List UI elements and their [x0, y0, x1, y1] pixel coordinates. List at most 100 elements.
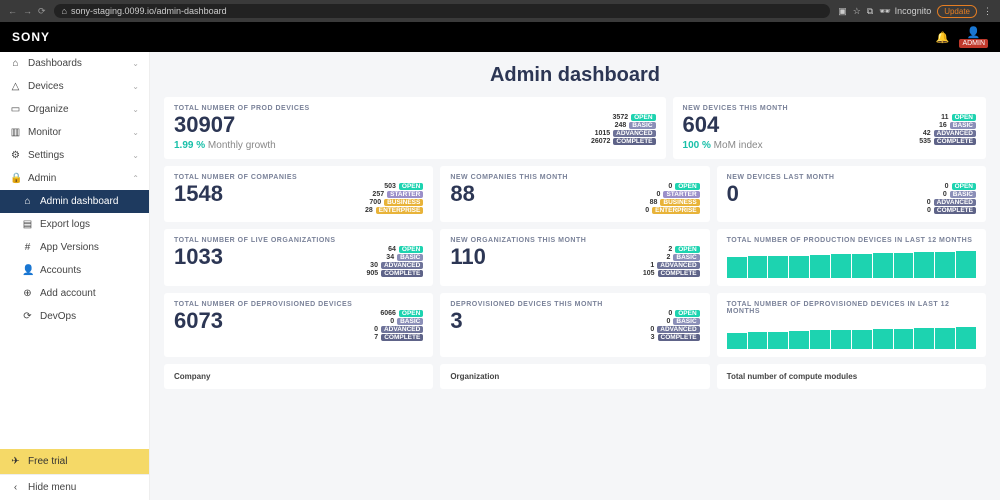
sidebar-sub-add-account[interactable]: ⊕Add account [0, 282, 149, 305]
bar-chart [727, 319, 976, 349]
card-deprov: TOTAL NUMBER OF DEPROVISIONED DEVICES607… [164, 293, 433, 357]
hide-menu-button[interactable]: ‹ Hide menu [0, 474, 149, 500]
tag-advanced: ADVANCED [934, 199, 976, 206]
tag-row: 28ENTERPRISE [349, 207, 424, 214]
menu-icon[interactable]: ⋮ [983, 6, 992, 17]
tag-open: OPEN [675, 310, 699, 317]
sidebar-sub-admin-dashboard[interactable]: ⌂Admin dashboard [0, 190, 149, 213]
user-icon: 👤 [967, 26, 981, 39]
tag-complete: COMPLETE [658, 270, 700, 277]
trial-icon: ✈ [10, 456, 21, 467]
free-trial-button[interactable]: ✈ Free trial [0, 449, 149, 474]
sidebar-sub-devops[interactable]: ⟳DevOps [0, 305, 149, 328]
star-icon[interactable]: ☆ [853, 6, 861, 17]
organization-section: Organization [440, 364, 709, 389]
tag-row: 26072COMPLETE [586, 138, 655, 145]
card-new-companies: NEW COMPANIES THIS MONTH880OPEN0STARTER8… [440, 166, 709, 222]
tag-row: 257STARTER [360, 191, 423, 198]
metric-value: 1033 [174, 246, 223, 268]
tag-advanced: ADVANCED [657, 326, 699, 333]
tag-row: 1ADVANCED [630, 262, 699, 269]
sidebar-item-monitor[interactable]: ▥Monitor⌄ [0, 121, 149, 144]
metric-value: 604 [683, 114, 763, 136]
sidebar: ⌂Dashboards⌄△Devices⌄▭Organize⌄▥Monitor⌄… [0, 52, 150, 500]
metric-value: 6073 [174, 310, 223, 332]
tag-row: 64OPEN [372, 246, 423, 253]
compute-section: Total number of compute modules [717, 364, 986, 389]
sub-icon: ⊕ [22, 288, 33, 299]
sidebar-item-admin[interactable]: 🔒Admin⌃ [0, 167, 149, 190]
tag-starter: STARTER [663, 191, 699, 198]
back-icon[interactable]: ← [8, 6, 17, 17]
sidebar-item-organize[interactable]: ▭Organize⌄ [0, 98, 149, 121]
tag-enterprise: ENTERPRISE [652, 207, 700, 214]
sidebar-sub-export-logs[interactable]: ▤Export logs [0, 213, 149, 236]
chevron-down-icon: ⌄ [132, 105, 139, 114]
cast-icon[interactable]: ▣ [838, 6, 847, 17]
sub-icon: ⌂ [22, 196, 33, 207]
tag-complete: COMPLETE [658, 334, 700, 341]
tag-row: 3572OPEN [604, 114, 655, 121]
sidebar-item-devices[interactable]: △Devices⌄ [0, 75, 149, 98]
tag-complete: COMPLETE [934, 207, 976, 214]
tag-row: 2BASIC [646, 254, 699, 261]
tag-complete: COMPLETE [613, 138, 655, 145]
tag-row: 0OPEN [648, 310, 699, 317]
tag-row: 0BASIC [646, 318, 699, 325]
dashboards-icon: ⌂ [10, 58, 21, 69]
card-prod-12m: TOTAL NUMBER OF PRODUCTION DEVICES IN LA… [717, 229, 986, 286]
tag-open: OPEN [952, 183, 976, 190]
update-button[interactable]: Update [937, 5, 977, 18]
tag-advanced: ADVANCED [381, 262, 423, 269]
tag-row: 0ADVANCED [630, 326, 699, 333]
sidebar-item-settings[interactable]: ⚙Settings⌄ [0, 144, 149, 167]
admin-badge: ADMIN [959, 39, 988, 48]
tag-row: 0ADVANCED [354, 326, 423, 333]
url-text: sony-staging.0099.io/admin-dashboard [71, 6, 227, 16]
tag-basic: BASIC [673, 318, 699, 325]
tag-row: 248BASIC [602, 122, 655, 129]
devices-icon: △ [10, 81, 21, 92]
chevron-down-icon: ⌄ [132, 59, 139, 68]
bell-icon[interactable]: 🔔 [936, 31, 950, 44]
tag-open: OPEN [399, 183, 423, 190]
metric-value: 110 [450, 246, 486, 268]
brand-logo: SONY [12, 30, 50, 44]
admin-icon: 🔒 [10, 173, 21, 184]
tag-row: 11OPEN [925, 114, 976, 121]
chevron-up-icon: ⌃ [132, 174, 139, 183]
tag-row: 6066OPEN [372, 310, 423, 317]
admin-user[interactable]: 👤 ADMIN [959, 26, 988, 48]
tag-row: 7COMPLETE [354, 334, 423, 341]
tag-row: 88BUSINESS [633, 199, 699, 206]
tag-open: OPEN [675, 183, 699, 190]
sidebar-sub-accounts[interactable]: 👤Accounts [0, 259, 149, 282]
tag-open: OPEN [675, 246, 699, 253]
tag-business: BUSINESS [384, 199, 423, 206]
sub-icon: ▤ [22, 219, 33, 230]
tag-row: 0COMPLETE [907, 207, 976, 214]
tag-basic: BASIC [673, 254, 699, 261]
tag-complete: COMPLETE [381, 270, 423, 277]
bar-chart [727, 248, 976, 278]
card-deprov-12m: TOTAL NUMBER OF DEPROVISIONED DEVICES IN… [717, 293, 986, 357]
tag-row: 700BUSINESS [357, 199, 423, 206]
sub-icon: 👤 [22, 265, 33, 276]
app-header: SONY 🔔 👤 ADMIN [0, 22, 1000, 52]
url-bar[interactable]: ⌂ sony-staging.0099.io/admin-dashboard [54, 4, 831, 18]
tag-enterprise: ENTERPRISE [376, 207, 424, 214]
tag-row: 105COMPLETE [631, 270, 700, 277]
tag-business: BUSINESS [660, 199, 699, 206]
card-deprov-month: DEPROVISIONED DEVICES THIS MONTH30OPEN0B… [440, 293, 709, 357]
ext-icon[interactable]: ⧉ [867, 6, 873, 17]
tag-complete: COMPLETE [381, 334, 423, 341]
reload-icon[interactable]: ⟳ [38, 6, 46, 17]
chevron-down-icon: ⌄ [132, 128, 139, 137]
metric-value: 1548 [174, 183, 223, 205]
forward-icon[interactable]: → [23, 6, 32, 17]
tag-row: 0ADVANCED [907, 199, 976, 206]
sidebar-sub-app-versions[interactable]: #App Versions [0, 236, 149, 259]
sidebar-item-dashboards[interactable]: ⌂Dashboards⌄ [0, 52, 149, 75]
tag-row: 0BASIC [370, 318, 423, 325]
tag-row: 535COMPLETE [907, 138, 976, 145]
